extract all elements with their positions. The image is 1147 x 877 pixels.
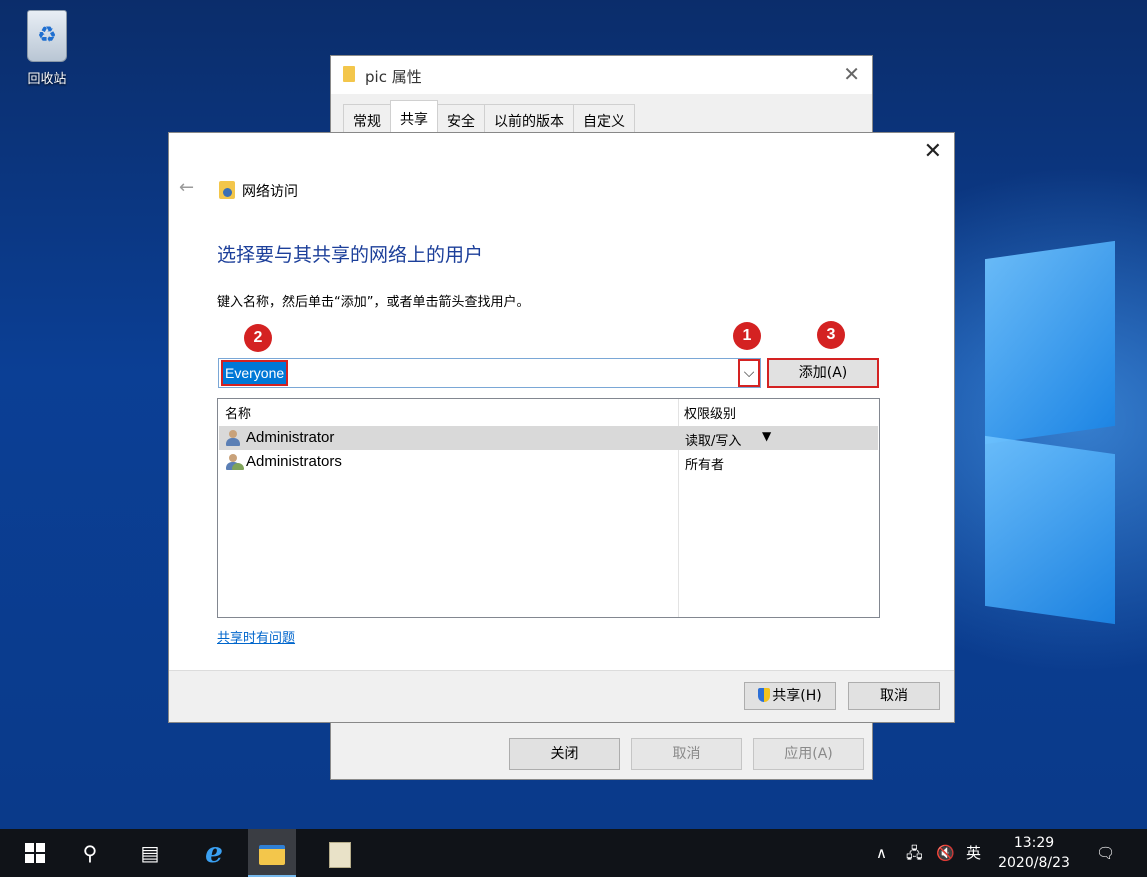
properties-titlebar[interactable]: pic 属性 ✕ [331, 56, 872, 94]
list-header: 名称 权限级别 [218, 399, 879, 423]
user-name-input-value[interactable]: Everyone [221, 360, 289, 386]
column-header-permission[interactable]: 权限级别 [684, 403, 736, 422]
table-row[interactable]: Administrators 所有者 [219, 450, 878, 474]
speaker-muted-icon[interactable]: 🔇 [936, 829, 955, 877]
task-view-icon[interactable]: ▤ [126, 829, 174, 877]
tab-customize[interactable]: 自定义 [573, 104, 635, 132]
user-icon [226, 430, 240, 446]
windows-logo-pane [985, 240, 1115, 445]
notification-center-icon[interactable]: 🗨 [1096, 829, 1115, 877]
instruction-text: 键入名称，然后单击“添加”，或者单击箭头查找用户。 [217, 295, 530, 310]
taskbar: ⚲ ▤ e ∧ 🖧 🔇 英 13:29 2020/8/23 🗨 [0, 829, 1147, 877]
properties-tabs: 常规 共享 安全 以前的版本 自定义 [343, 100, 635, 132]
notepad-document-icon[interactable] [316, 829, 364, 877]
column-header-name[interactable]: 名称 [225, 403, 251, 422]
clock-time: 13:29 [1013, 835, 1055, 851]
tab-sharing[interactable]: 共享 [390, 100, 438, 132]
tab-general[interactable]: 常规 [343, 104, 391, 132]
sharing-help-link[interactable]: 共享时有问题 [217, 627, 295, 646]
close-icon[interactable]: ✕ [843, 62, 860, 86]
network-access-dialog: ✕ ← 网络访问 选择要与其共享的网络上的用户 键入名称，然后单击“添加”，或者… [168, 132, 955, 723]
properties-button-row: 关闭 取消 应用(A) [509, 738, 864, 770]
system-clock[interactable]: 13:29 2020/8/23 [998, 833, 1070, 873]
network-share-icon [219, 181, 235, 199]
internet-explorer-icon[interactable]: e [190, 829, 238, 877]
annotation-marker-2: 2 [244, 324, 272, 352]
input-language-indicator[interactable]: 英 [966, 829, 981, 877]
chevron-down-icon[interactable]: ⌵ [738, 359, 760, 387]
properties-title: pic 属性 [365, 68, 422, 86]
uac-shield-icon [758, 688, 771, 702]
chevron-up-icon[interactable]: ∧ [876, 829, 887, 877]
share-button[interactable]: 共享(H) [744, 682, 836, 710]
share-button-label: 共享(H) [772, 688, 822, 704]
network-warning-icon[interactable]: 🖧 [906, 829, 923, 877]
recycle-bin-label: 回收站 [27, 72, 67, 87]
back-arrow-icon[interactable]: ← [179, 177, 194, 198]
cancel-button[interactable]: 取消 [631, 738, 742, 770]
permission-level-cell: 所有者 [685, 458, 725, 473]
table-row[interactable]: Administrator 读取/写入 ▼ [219, 426, 878, 450]
dialog-footer: 共享(H) 取消 [169, 670, 954, 722]
tab-security[interactable]: 安全 [437, 104, 485, 132]
annotation-marker-1: 1 [733, 322, 761, 350]
apply-button[interactable]: 应用(A) [753, 738, 864, 770]
users-group-icon [226, 454, 244, 470]
annotation-marker-3: 3 [817, 321, 845, 349]
tab-previous-versions[interactable]: 以前的版本 [484, 104, 574, 132]
file-explorer-icon[interactable] [248, 829, 296, 877]
user-name-cell: Administrator [246, 429, 335, 446]
start-button[interactable] [6, 829, 54, 877]
recycle-bin-icon [27, 10, 67, 62]
close-button[interactable]: 关闭 [509, 738, 620, 770]
close-icon[interactable]: ✕ [924, 139, 942, 164]
search-icon[interactable]: ⚲ [66, 829, 114, 877]
add-button[interactable]: 添加(A) [767, 358, 879, 388]
permission-level-cell[interactable]: 读取/写入 [685, 430, 741, 449]
recycle-bin-shortcut[interactable]: 回收站 [14, 6, 80, 87]
cancel-button[interactable]: 取消 [848, 682, 940, 710]
folder-icon [343, 66, 355, 82]
windows-logo-icon [25, 843, 45, 863]
user-name-cell: Administrators [246, 453, 342, 470]
nav-title: 网络访问 [242, 184, 298, 200]
windows-logo-pane [985, 435, 1115, 625]
clock-date: 2020/8/23 [998, 855, 1070, 871]
page-title: 选择要与其共享的网络上的用户 [217, 244, 484, 266]
caret-down-icon[interactable]: ▼ [762, 429, 771, 443]
user-name-combobox[interactable]: Everyone ⌵ [218, 358, 761, 388]
user-permission-list[interactable]: 名称 权限级别 Administrator 读取/写入 ▼ Administra… [217, 398, 880, 618]
